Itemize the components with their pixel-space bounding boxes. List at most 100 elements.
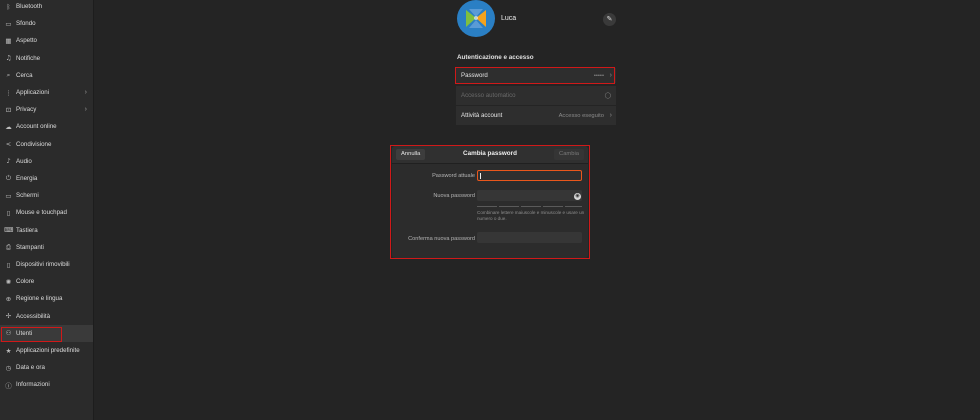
confirm-password-input[interactable]	[477, 232, 582, 243]
users-icon: ⚇	[5, 329, 12, 338]
sidebar-item-energia[interactable]: ⏻ Energia	[0, 170, 93, 187]
sidebar-item-label: Data e ora	[16, 364, 45, 372]
cloud-icon: ☁	[5, 122, 12, 131]
sidebar-item-audio[interactable]: ♪ Audio	[0, 153, 93, 170]
sidebar-item-privacy[interactable]: ⊡ Privacy ›	[0, 101, 93, 118]
autologin-row: Accesso automatico ◯	[456, 86, 616, 105]
sidebar-item-applicazioni-predefinite[interactable]: ★ Applicazioni predefinite	[0, 342, 93, 359]
auth-section-title: Autenticazione e accesso	[457, 54, 534, 61]
sidebar-item-label: Regione e lingua	[16, 295, 63, 303]
confirm-password-label: Conferma nuova password	[408, 236, 475, 242]
chevron-right-icon: ›	[84, 89, 87, 96]
sidebar-item-label: Applicazioni	[16, 89, 50, 96]
sidebar-item-bluetooth[interactable]: ᛒ Bluetooth	[0, 0, 93, 15]
pencil-icon: ✎	[606, 15, 613, 23]
apply-button[interactable]: Cambia	[554, 149, 584, 160]
current-password-input[interactable]	[477, 170, 582, 181]
clock-icon: ◷	[5, 363, 12, 372]
sidebar-item-label: Schermi	[16, 192, 39, 200]
sidebar-item-stampanti[interactable]: ⎙ Stampanti	[0, 239, 93, 256]
sidebar-item-notifiche[interactable]: ♫ Notifiche	[0, 50, 93, 67]
sidebar-item-colore[interactable]: ✺ Colore	[0, 273, 93, 290]
lock-icon: ⊡	[5, 105, 12, 114]
sidebar-item-label: Bluetooth	[16, 3, 43, 10]
dialog-header: Annulla Cambia password Cambia	[392, 146, 588, 164]
sidebar-item-condivisione[interactable]: < Condivisione	[0, 136, 93, 153]
globe-icon: ⊕	[5, 294, 12, 303]
sidebar-item-cerca[interactable]: ⌕ Cerca	[0, 67, 93, 84]
sidebar-item-label: Condivisione	[16, 140, 52, 148]
sidebar-item-label: Notifiche	[16, 54, 41, 62]
sidebar-item-label: Tastiera	[16, 226, 38, 234]
strength-segment	[521, 206, 541, 207]
apps-icon: ⋮	[5, 88, 12, 97]
account-activity-value: Accesso eseguito	[558, 112, 604, 119]
strength-segment	[543, 206, 563, 207]
chevron-right-icon: ›	[84, 106, 87, 114]
power-icon: ⏻	[5, 174, 12, 182]
sidebar-item-informazioni[interactable]: ⓘ Informazioni	[0, 376, 93, 393]
accessibility-icon: ✢	[5, 312, 12, 321]
password-hint: Combinare lettere maiuscole e minuscole …	[477, 210, 585, 221]
sidebar: ᛒ Bluetooth ▭ Sfondo ▦ Aspetto ♫ Notifiche ⌕ Cerc…	[0, 0, 94, 420]
sidebar-item-sfondo[interactable]: ▭ Sfondo	[0, 15, 93, 32]
new-password-input[interactable]	[477, 190, 582, 201]
text-caret	[480, 173, 481, 179]
printer-icon: ⎙	[5, 242, 12, 251]
account-activity-row[interactable]: Attività account Accesso eseguito ›	[456, 106, 616, 125]
user-name: Luca	[501, 15, 517, 22]
sidebar-item-dispositivi-rimovibili[interactable]: ▯ Dispositivi rimovibili	[0, 256, 93, 273]
password-row-label: Password	[461, 72, 488, 79]
strength-segment	[477, 206, 497, 207]
eye-icon[interactable]: ◉	[574, 193, 581, 200]
strength-segment	[565, 206, 582, 207]
sidebar-item-label: Privacy	[16, 106, 37, 114]
password-row[interactable]: Password ••••• ›	[456, 68, 616, 83]
sidebar-item-regione-e-lingua[interactable]: ⊕ Regione e lingua	[0, 290, 93, 307]
autologin-switch: ◯	[604, 92, 612, 99]
sidebar-item-label: Account online	[16, 123, 57, 131]
edit-user-button[interactable]: ✎	[603, 13, 616, 26]
sidebar-item-aspetto[interactable]: ▦ Aspetto	[0, 32, 93, 49]
sidebar-item-utenti[interactable]: ⚇ Utenti	[0, 324, 93, 342]
bell-icon: ♫	[5, 54, 12, 63]
display-icon: ▭	[5, 191, 12, 200]
star-icon: ★	[5, 346, 12, 355]
sidebar-item-label: Stampanti	[16, 243, 44, 251]
sidebar-item-label: Dispositivi rimovibili	[16, 261, 70, 268]
strength-segment	[499, 206, 519, 207]
sidebar-item-label: Cerca	[16, 71, 33, 79]
avatar[interactable]	[457, 0, 495, 37]
search-icon: ⌕	[6, 70, 11, 79]
info-icon: ⓘ	[5, 381, 12, 390]
sidebar-item-label: Mouse e touchpad	[16, 209, 67, 217]
mouse-icon: ▯	[6, 208, 11, 217]
keyboard-icon: ⌨	[4, 226, 14, 235]
sidebar-item-data-e-ora[interactable]: ◷ Data e ora	[0, 359, 93, 376]
sidebar-item-tastiera[interactable]: ⌨ Tastiera	[0, 222, 93, 239]
password-row-value: •••••	[593, 72, 604, 79]
sidebar-item-label: Audio	[16, 157, 32, 165]
palette-icon: ✺	[5, 277, 12, 286]
sidebar-item-label: Colore	[16, 278, 35, 286]
chevron-right-icon: ›	[609, 112, 612, 119]
chevron-right-icon: ›	[609, 72, 612, 79]
music-note-icon: ♪	[6, 157, 11, 166]
bluetooth-icon: ᛒ	[6, 2, 11, 11]
sidebar-item-account-online[interactable]: ☁ Account online	[0, 118, 93, 135]
wallpaper-icon: ▭	[5, 19, 12, 28]
appearance-icon: ▦	[5, 36, 12, 45]
new-password-label: Nuova password	[433, 193, 475, 199]
sidebar-item-label: Aspetto	[16, 37, 37, 45]
sidebar-item-applicazioni[interactable]: ⋮ Applicazioni ›	[0, 84, 93, 101]
account-activity-label: Attività account	[461, 112, 503, 119]
share-icon: <	[5, 140, 12, 149]
sidebar-item-mouse-e-touchpad[interactable]: ▯ Mouse e touchpad	[0, 204, 93, 221]
sidebar-item-label: Energia	[16, 175, 38, 182]
sidebar-item-label: Accessibilità	[16, 312, 51, 320]
sidebar-item-label: Utenti	[16, 329, 33, 337]
sidebar-item-label: Applicazioni predefinite	[16, 347, 80, 354]
sidebar-item-label: Sfondo	[16, 20, 36, 28]
sidebar-item-accessibilit[interactable]: ✢ Accessibilità	[0, 308, 93, 325]
sidebar-item-schermi[interactable]: ▭ Schermi	[0, 187, 93, 204]
